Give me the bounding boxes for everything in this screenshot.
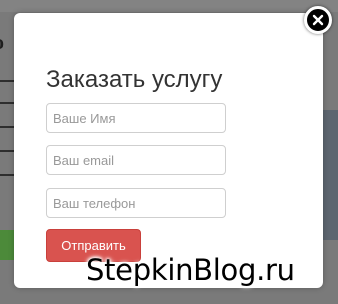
- background-text-line: [0, 80, 14, 82]
- phone-input[interactable]: [46, 188, 226, 218]
- background-heading-fragment: о: [0, 32, 12, 54]
- email-input[interactable]: [46, 145, 226, 175]
- background-topbar: [0, 0, 338, 12]
- order-service-modal: Заказать услугу Отправить: [14, 13, 323, 288]
- background-text-line: [0, 126, 14, 128]
- background-text-line: [0, 150, 14, 152]
- background-text-line: [0, 102, 14, 104]
- modal-title: Заказать услугу: [46, 66, 223, 93]
- background-green-button: [0, 230, 14, 260]
- close-button[interactable]: [304, 6, 332, 34]
- watermark-text: StepkinBlog.ru: [86, 253, 295, 287]
- name-input[interactable]: [46, 103, 226, 133]
- close-x-icon: [312, 14, 324, 26]
- background-text-line: [0, 174, 14, 176]
